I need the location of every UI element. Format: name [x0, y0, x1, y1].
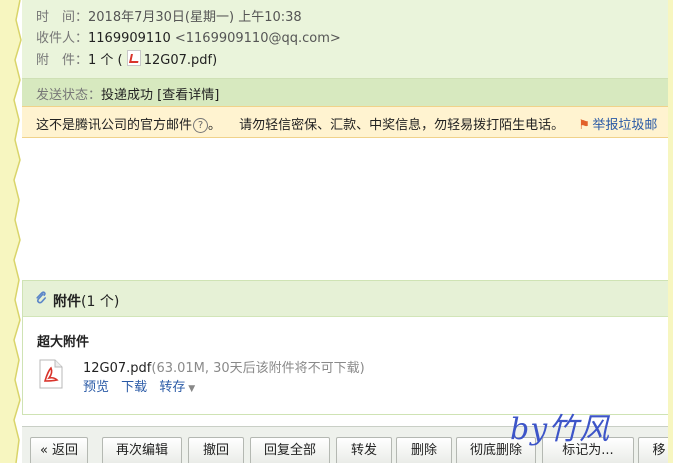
attachment-file-row: 12G07.pdf(63.01M, 30天后该附件将不可下载) [83, 357, 365, 376]
warning-row: 这不是腾讯公司的官方邮件?。 请勿轻信密保、汇款、中奖信息，勿轻易拨打陌生电话。… [36, 114, 657, 133]
attachment-link[interactable]: 12G07.pdf [144, 53, 212, 68]
attachment-close: ) [212, 53, 218, 68]
delivery-status-bar: 发送状态：投递成功 [查看详情] [22, 78, 668, 106]
mail-read-view: 时 间：2018年7月30日(星期一) 上午10:38 收件人：11699091… [22, 0, 668, 463]
edit-again-button[interactable]: 再次编辑 [102, 437, 182, 463]
security-warning-bar: 这不是腾讯公司的官方邮件?。 请勿轻信密保、汇款、中奖信息，勿轻易拨打陌生电话。… [22, 106, 668, 138]
recipient-email[interactable]: <1169909110@qq.com> [175, 31, 341, 46]
save-to-link[interactable]: 转存 [159, 380, 185, 395]
help-icon[interactable]: ? [193, 118, 209, 133]
large-attachment-title: 超大附件 [37, 335, 90, 350]
attachment-label: 附 件： [36, 53, 89, 68]
attachment-count: 1 个 ( [88, 53, 123, 68]
recall-button[interactable]: 撤回 [188, 437, 244, 463]
download-link[interactable]: 下载 [121, 380, 147, 395]
watermark: by竹风 [510, 412, 611, 447]
attachment-actions: 预览 下载 转存 ▼ [83, 376, 195, 395]
status-value: 投递成功 [101, 88, 154, 103]
pdf-file-icon [39, 359, 63, 389]
status-detail-link[interactable]: [查看详情] [157, 88, 219, 103]
attachment-panel-count: (1 个) [81, 294, 120, 310]
warning-notice: 这不是腾讯公司的官方邮件 [36, 118, 193, 133]
attachment-panel-title-row: 附件(1 个) [53, 291, 119, 311]
status-row: 发送状态：投递成功 [查看详情] [36, 84, 219, 103]
recipient-row: 收件人：1169909110 <1169909110@qq.com> [36, 27, 341, 46]
back-button[interactable]: « 返回 [30, 437, 88, 463]
paperclip-icon [36, 291, 46, 304]
time-value: 2018年7月30日(星期一) 上午10:38 [88, 10, 302, 25]
attachment-file-meta: (63.01M, 30天后该附件将不可下载) [151, 361, 365, 376]
recipient-label: 收件人： [36, 31, 89, 46]
warning-advice: 请勿轻信密保、汇款、中奖信息，勿轻易拨打陌生电话。 [239, 118, 565, 133]
warning-period: 。 [208, 118, 222, 133]
chevron-down-icon[interactable]: ▼ [185, 384, 195, 394]
attachment-file-name[interactable]: 12G07.pdf [83, 361, 151, 376]
attachment-panel: 附件(1 个) 超大附件 12G07.pdf(63.01M, 30天后该附件将不… [22, 280, 668, 415]
preview-link[interactable]: 预览 [83, 380, 109, 395]
reply-all-button[interactable]: 回复全部 [250, 437, 330, 463]
attachment-panel-header: 附件(1 个) [23, 281, 668, 317]
pdf-icon [126, 50, 141, 66]
attachment-row: 附 件：1 个 ( 12G07.pdf) [36, 49, 217, 68]
delete-button[interactable]: 删除 [396, 437, 452, 463]
recipient-name[interactable]: 1169909110 [88, 31, 171, 46]
mail-header: 时 间：2018年7月30日(星期一) 上午10:38 收件人：11699091… [22, 0, 668, 78]
status-label: 发送状态： [36, 88, 102, 103]
attachment-panel-title: 附件 [53, 294, 81, 310]
flag-icon: ⚑ [578, 118, 590, 133]
report-spam-link[interactable]: 举报垃圾邮 [592, 118, 657, 133]
move-to-button[interactable]: 移 [638, 437, 668, 463]
time-row: 时 间：2018年7月30日(星期一) 上午10:38 [36, 6, 302, 25]
time-label: 时 间： [36, 10, 89, 25]
forward-button[interactable]: 转发 [336, 437, 392, 463]
